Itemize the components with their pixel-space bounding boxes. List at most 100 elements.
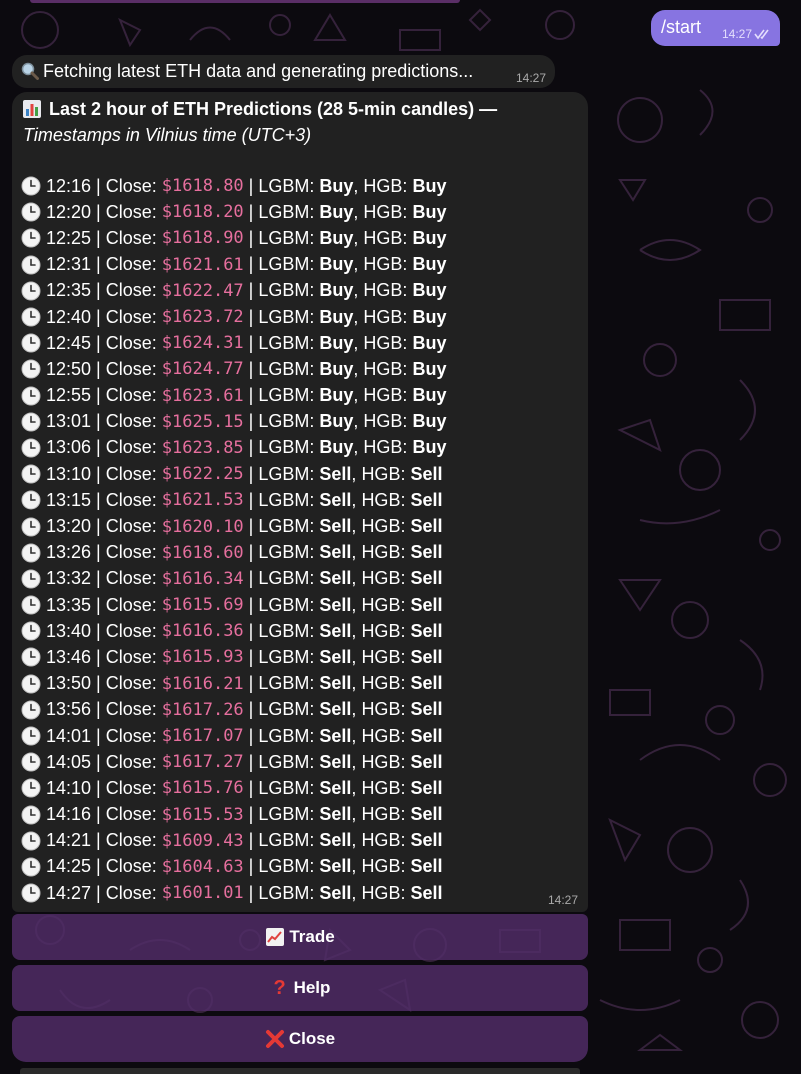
lgbm-signal: Buy — [319, 254, 354, 275]
row-time: 13:56 — [46, 699, 92, 720]
close-price: $1615.69 — [161, 595, 244, 616]
message-time: 14:27 — [721, 27, 752, 41]
help-button[interactable]: ? Help — [12, 965, 588, 1011]
close-price: $1615.93 — [161, 647, 244, 668]
clock-icon — [21, 228, 41, 248]
prediction-row: 13:50 | Close: $1616.21 | LGBM: Sell, HG… — [21, 671, 446, 697]
close-label: Close: — [105, 385, 157, 406]
hgb-signal: Sell — [410, 830, 443, 851]
close-label: Close: — [105, 463, 157, 484]
clock-icon — [21, 386, 41, 406]
lgbm-signal: Sell — [319, 568, 352, 589]
hgb-signal: Buy — [412, 437, 447, 458]
clock-icon — [21, 490, 41, 510]
clock-icon — [21, 726, 41, 746]
row-time: 13:35 — [46, 594, 92, 615]
trade-label: Trade — [289, 927, 335, 946]
lgbm-signal: Sell — [319, 673, 352, 694]
predictions-message[interactable]: Last 2 hour of ETH Predictions (28 5-min… — [12, 92, 588, 912]
row-time: 13:06 — [46, 437, 92, 458]
prediction-row: 12:40 | Close: $1623.72 | LGBM: Buy, HGB… — [21, 304, 446, 330]
close-price: $1624.31 — [161, 333, 244, 354]
clock-icon — [21, 438, 41, 458]
hgb-signal: Buy — [412, 306, 447, 327]
row-time: 12:16 — [46, 175, 92, 196]
composer-edge — [20, 1068, 580, 1074]
lgbm-signal: Sell — [319, 830, 352, 851]
hgb-label: HGB: — [361, 856, 406, 877]
close-price: $1618.60 — [161, 542, 244, 563]
close-price: $1616.21 — [161, 673, 244, 694]
row-time: 13:01 — [46, 411, 92, 432]
hgb-signal: Sell — [410, 568, 443, 589]
close-label: Close: — [105, 411, 157, 432]
close-label: Close: — [105, 856, 157, 877]
prediction-row: 13:56 | Close: $1617.26 | LGBM: Sell, HG… — [21, 697, 446, 723]
clock-icon — [21, 176, 41, 196]
close-label: Close: — [105, 254, 157, 275]
hgb-label: HGB: — [361, 725, 406, 746]
hgb-signal: Sell — [410, 542, 443, 563]
hgb-label: HGB: — [361, 489, 406, 510]
row-time: 13:40 — [46, 620, 92, 641]
close-label: Close: — [105, 725, 157, 746]
trade-button[interactable]: Trade — [12, 914, 588, 960]
close-price: $1622.25 — [161, 464, 244, 485]
close-label: Close: — [105, 306, 157, 327]
lgbm-signal: Buy — [319, 437, 354, 458]
double-check-icon — [754, 29, 769, 40]
hgb-label: HGB: — [363, 306, 408, 327]
close-button[interactable]: Close — [12, 1016, 588, 1062]
close-price: $1617.27 — [161, 752, 244, 773]
hgb-label: HGB: — [361, 542, 406, 563]
prediction-row: 13:20 | Close: $1620.10 | LGBM: Sell, HG… — [21, 513, 446, 539]
close-label: Close: — [105, 804, 157, 825]
lgbm-label: LGBM: — [258, 227, 315, 248]
row-time: 14:10 — [46, 777, 92, 798]
row-time: 12:35 — [46, 280, 92, 301]
status-message[interactable]: Fetching latest ETH data and generating … — [12, 55, 555, 88]
lgbm-signal: Sell — [319, 646, 352, 667]
lgbm-signal: Sell — [319, 594, 352, 615]
lgbm-signal: Sell — [319, 725, 352, 746]
row-time: 13:46 — [46, 646, 92, 667]
prediction-row: 13:15 | Close: $1621.53 | LGBM: Sell, HG… — [21, 487, 446, 513]
hgb-label: HGB: — [363, 411, 408, 432]
lgbm-signal: Buy — [319, 411, 354, 432]
lgbm-signal: Sell — [319, 751, 352, 772]
question-mark-icon: ? — [273, 977, 286, 999]
lgbm-signal: Sell — [319, 489, 352, 510]
message-time: 14:27 — [515, 71, 546, 85]
lgbm-label: LGBM: — [258, 385, 315, 406]
close-label: Close: — [105, 594, 157, 615]
lgbm-signal: Buy — [319, 358, 354, 379]
hgb-signal: Buy — [412, 385, 447, 406]
clock-icon — [21, 674, 41, 694]
predictions-subtitle: Timestamps in Vilnius time (UTC+3) — [23, 125, 312, 145]
close-price: $1625.15 — [161, 411, 244, 432]
lgbm-label: LGBM: — [258, 437, 315, 458]
prediction-row: 13:10 | Close: $1622.25 | LGBM: Sell, HG… — [21, 461, 446, 487]
prediction-row: 14:05 | Close: $1617.27 | LGBM: Sell, HG… — [21, 749, 446, 775]
clock-icon — [21, 621, 41, 641]
close-price: $1617.26 — [161, 699, 244, 720]
prediction-row: 12:20 | Close: $1618.20 | LGBM: Buy, HGB… — [21, 199, 446, 225]
close-price: $1615.53 — [161, 804, 244, 825]
prediction-row: 12:31 | Close: $1621.61 | LGBM: Buy, HGB… — [21, 252, 446, 278]
close-label: Close: — [105, 646, 157, 667]
prediction-row: 13:35 | Close: $1615.69 | LGBM: Sell, HG… — [21, 592, 446, 618]
lgbm-signal: Sell — [319, 777, 352, 798]
close-price: $1601.01 — [161, 883, 244, 904]
chart-increasing-icon — [266, 928, 285, 946]
close-label: Close: — [105, 620, 157, 641]
clock-icon — [21, 595, 41, 615]
bar-chart-icon — [23, 100, 41, 118]
lgbm-label: LGBM: — [258, 882, 315, 903]
close-label: Close: — [105, 516, 157, 537]
hgb-signal: Sell — [410, 856, 443, 877]
hgb-label: HGB: — [361, 882, 406, 903]
close-price: $1623.85 — [161, 437, 244, 458]
predictions-title: Last 2 hour of ETH Predictions (28 5-min… — [49, 99, 498, 119]
close-price: $1623.72 — [161, 307, 244, 328]
outgoing-message[interactable]: /start 14:27 — [651, 10, 780, 46]
